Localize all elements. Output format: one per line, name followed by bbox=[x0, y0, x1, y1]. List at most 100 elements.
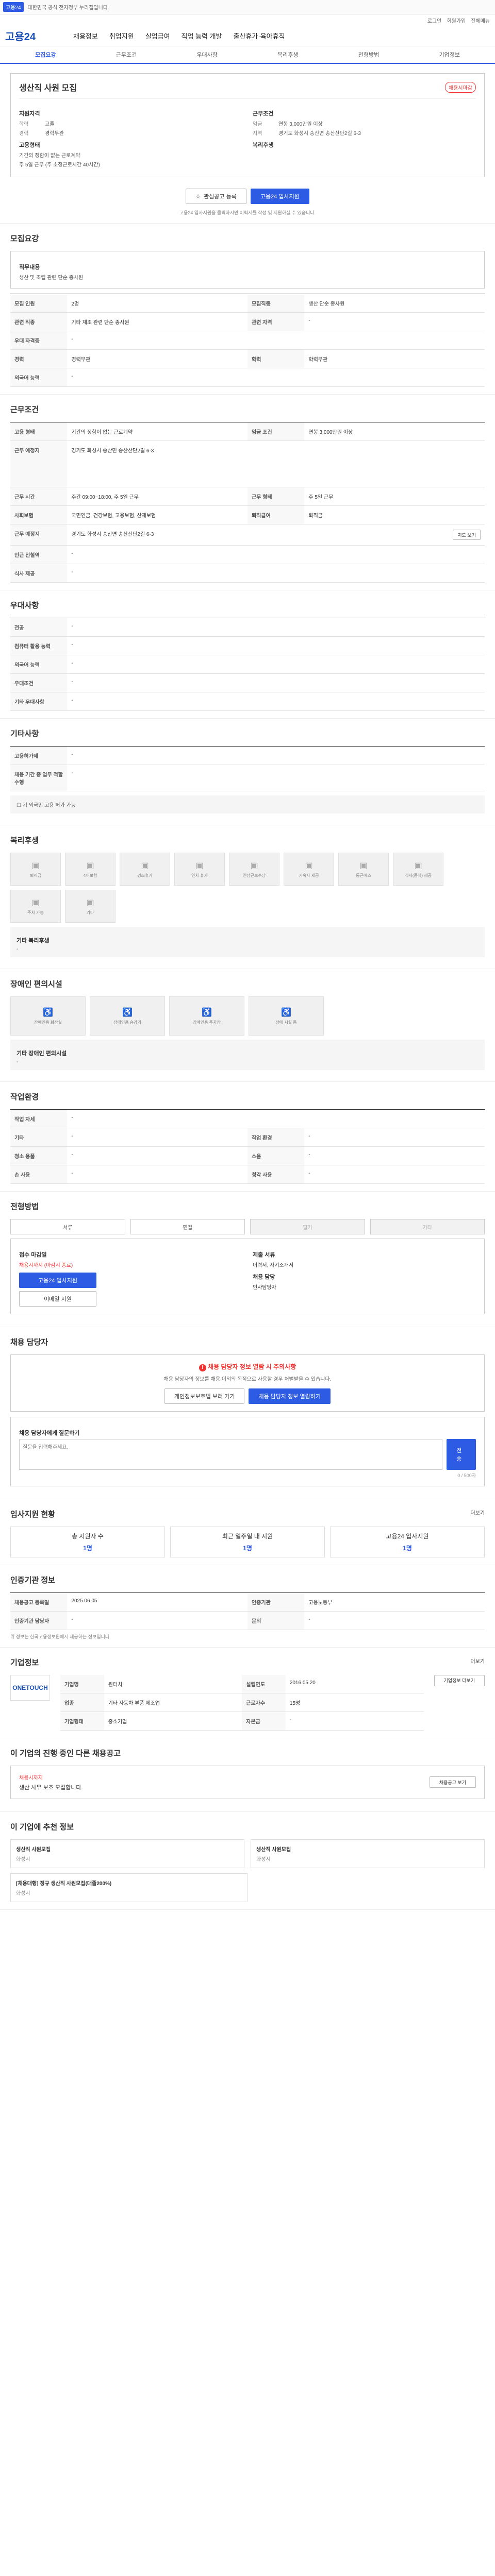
table-row: 작업 자세 - bbox=[10, 1109, 485, 1128]
nav-training[interactable]: 직업 능력 개발 bbox=[182, 31, 222, 41]
table-row: 기업형태 중소기업 자본금 - bbox=[60, 1711, 424, 1731]
recommend-list-2: [채용대행] 정규 생산직 사원모집(대졸200%) 화성시 bbox=[10, 1873, 485, 1902]
stat-item: 고용24 입사지원 1명 bbox=[330, 1526, 485, 1557]
apply-button[interactable]: 고용24 입사지원 bbox=[250, 189, 309, 204]
method-list: 서류 면접 필기 기타 bbox=[10, 1219, 485, 1234]
tab-prefer[interactable]: 우대사항 bbox=[167, 46, 248, 63]
cell-key: 기업형태 bbox=[60, 1711, 104, 1731]
similar-deadline: 채용시까지 bbox=[19, 1775, 43, 1781]
welfare-section: 복리후생 ▣ 퇴직금 ▣ 4대보험 ▣ 경조휴가 ▣ 연차 휴가 ▣ 연장근로수당 ▣ 기숙… bbox=[0, 825, 495, 969]
stat-label: 최근 일주일 내 지원 bbox=[222, 1532, 273, 1540]
company-detail-button[interactable]: 기업정보 더보기 bbox=[434, 1674, 485, 1686]
status-badge: 채용시마감 bbox=[445, 81, 476, 93]
table-row: 고용 형태 기간의 정함이 없는 근로계약 임금 조건 연봉 3,000만원 이상 bbox=[10, 422, 485, 441]
cell-key: 채용 기간 중 업무 적합 수행 bbox=[10, 765, 68, 791]
nav-jobs[interactable]: 채용정보 bbox=[73, 31, 98, 41]
tab-company[interactable]: 기업정보 bbox=[409, 46, 490, 63]
status-more-link[interactable]: 더보기 bbox=[470, 1509, 485, 1527]
welfare-icon: ▣ bbox=[414, 861, 422, 870]
cell-key: 손 사용 bbox=[10, 1165, 68, 1184]
question-submit-button[interactable]: 전송 bbox=[447, 1438, 476, 1470]
tab-recruit[interactable]: 모집요강 bbox=[5, 46, 86, 63]
cell-key: 식사 제공 bbox=[10, 564, 68, 583]
cell-value: - bbox=[67, 746, 485, 765]
recommend-title-text: 생산직 사원모집 bbox=[256, 1846, 291, 1853]
prefer-title: 우대사항 bbox=[10, 601, 39, 610]
welfare-label: 복리후생 bbox=[253, 142, 274, 148]
login-link[interactable]: 로그인 bbox=[427, 16, 442, 24]
recommend-card[interactable]: 생산직 사원모집 화성시 bbox=[251, 1839, 485, 1868]
table-row: 근무 예정지 경기도 화성시 송산면 송산산단2길 6-3 지도 보기 bbox=[10, 524, 485, 546]
cell-key: 외국어 능력 bbox=[10, 368, 68, 387]
workplace-title: 작업환경 bbox=[10, 1093, 39, 1101]
table-row: 경력 경력무관 학력 학력무관 bbox=[10, 349, 485, 368]
cell-value: - bbox=[67, 545, 485, 564]
signup-link[interactable]: 회원가입 bbox=[447, 16, 466, 24]
cell-key: 퇴직급여 bbox=[247, 505, 305, 524]
selection-section: 전형방법 서류 면접 필기 기타 접수 마감일 채용시까지 (마감시 종료) 고… bbox=[0, 1192, 495, 1327]
table-row: 관련 직종 기타 제조 관련 단순 종사원 관련 자격 - bbox=[10, 312, 485, 331]
nav-support[interactable]: 취업지원 bbox=[109, 31, 134, 41]
welfare-label: 연장근로수당 bbox=[242, 873, 266, 878]
view-manager-button[interactable]: 채용 담당자 정보 열람하기 bbox=[249, 1388, 331, 1404]
cell-key: 관련 자격 bbox=[247, 312, 305, 331]
company-more-link[interactable]: 더보기 bbox=[470, 1657, 485, 1675]
save-job-button[interactable]: ☆ 관심공고 등록 bbox=[186, 189, 246, 204]
facility-label: 장애 시설 등 bbox=[275, 1020, 297, 1025]
similar-view-button[interactable]: 채용공고 보기 bbox=[429, 1776, 476, 1788]
global-nav: 고용24 채용정보 취업지원 실업급여 직업 능력 개발 출산휴가·육아휴직 bbox=[0, 26, 495, 46]
similar-job-title[interactable]: 생산 사무 보조 모집합니다. bbox=[19, 1783, 83, 1791]
employment-form-label: 고용형태 bbox=[19, 142, 40, 148]
welfare-icon: ▣ bbox=[359, 861, 368, 870]
cell-value: 연봉 3,000만원 이상 bbox=[304, 422, 485, 441]
table-row: 외국어 능력 - bbox=[10, 655, 485, 674]
facility-icon: ♿ bbox=[43, 1008, 53, 1017]
cell-key: 기업명 bbox=[60, 1674, 104, 1693]
cell-value: 중소기업 bbox=[104, 1711, 242, 1731]
table-row: 외국어 능력 - bbox=[10, 368, 485, 387]
disability-section: 장애인 편의시설 ♿ 장애인용 화장실 ♿ 장애인용 승강기 ♿ 장애인용 주차장 ♿… bbox=[0, 969, 495, 1082]
table-row: 기업명 원터치 설립연도 2016.05.20 bbox=[60, 1674, 424, 1693]
table-row: 컴퓨터 활용 능력 - bbox=[10, 636, 485, 655]
deadline-value: 채용시까지 (마감시 종료) bbox=[19, 1263, 73, 1268]
welfare-icon: ▣ bbox=[31, 861, 40, 870]
welfare-label: 4대보험 bbox=[83, 873, 97, 878]
recommend-card[interactable]: [채용대행] 정규 생산직 사원모집(대졸200%) 화성시 bbox=[10, 1873, 248, 1902]
question-input[interactable] bbox=[19, 1438, 443, 1470]
facility-icon: ♿ bbox=[281, 1008, 291, 1017]
welfare-title: 복리후생 bbox=[10, 836, 39, 845]
email-apply-button[interactable]: 이메일 지원 bbox=[19, 1291, 96, 1307]
gov-badge: 고용24 bbox=[3, 2, 24, 12]
cell-value: - bbox=[67, 655, 485, 674]
recruit-section: 모집요강 직무내용 생산 및 조립 관련 단순 종사원 모집 인원 2명 모집직종 생… bbox=[0, 224, 495, 395]
gov-notice-text[interactable]: 대한민국 공식 전자정부 누리집입니다. bbox=[28, 3, 109, 11]
doc-label: 제출 서류 bbox=[253, 1252, 275, 1258]
privacy-law-button[interactable]: 개인정보보호법 보러 가기 bbox=[164, 1388, 245, 1404]
tab-work[interactable]: 근무조건 bbox=[86, 46, 167, 63]
table-row: 전공 - bbox=[10, 618, 485, 637]
recommend-card[interactable]: 생산직 사원모집 화성시 bbox=[10, 1839, 244, 1868]
disability-other: 기타 장애인 편의시설 - bbox=[10, 1040, 485, 1070]
stat-value: 1명 bbox=[83, 1544, 92, 1552]
foreign-check-label: 기 외국인 고용 허가 가능 bbox=[22, 803, 76, 808]
tab-selection[interactable]: 전형방법 bbox=[328, 46, 409, 63]
apply-button-2[interactable]: 고용24 입사지원 bbox=[19, 1273, 96, 1288]
similar-title: 이 기업의 진행 중인 다른 채용공고 bbox=[10, 1749, 121, 1758]
condition-label: 근무조건 bbox=[253, 111, 274, 117]
cell-value: - bbox=[67, 331, 485, 350]
form-value-2: 주 5일 근무 (주 소정근로시간 40시간) bbox=[19, 162, 100, 168]
cell-key: 인증기관 담당자 bbox=[10, 1611, 68, 1630]
cell-key: 학력 bbox=[247, 349, 305, 368]
tab-welfare[interactable]: 복리후생 bbox=[248, 46, 328, 63]
manager-desc: 채용 담당자의 정보를 채용 이외의 목적으로 사용할 경우 처벌받을 수 있습… bbox=[163, 1376, 332, 1382]
stat-value: 1명 bbox=[403, 1544, 412, 1552]
cell-key: 문의 bbox=[247, 1611, 305, 1630]
table-row: 손 사용 - 청각 사용 - bbox=[10, 1165, 485, 1184]
nav-leave[interactable]: 출산휴가·육아휴직 bbox=[234, 31, 285, 41]
table-row: 근무 예정지 경기도 화성시 송산면 송산산단2길 6-3 bbox=[10, 440, 485, 487]
all-menu-link[interactable]: 전체메뉴 bbox=[471, 16, 490, 24]
facility-label: 장애인용 화장실 bbox=[34, 1020, 62, 1025]
nav-unemployment[interactable]: 실업급여 bbox=[145, 31, 170, 41]
site-logo[interactable]: 고용24 bbox=[5, 28, 62, 43]
map-button[interactable]: 지도 보기 bbox=[453, 530, 481, 540]
